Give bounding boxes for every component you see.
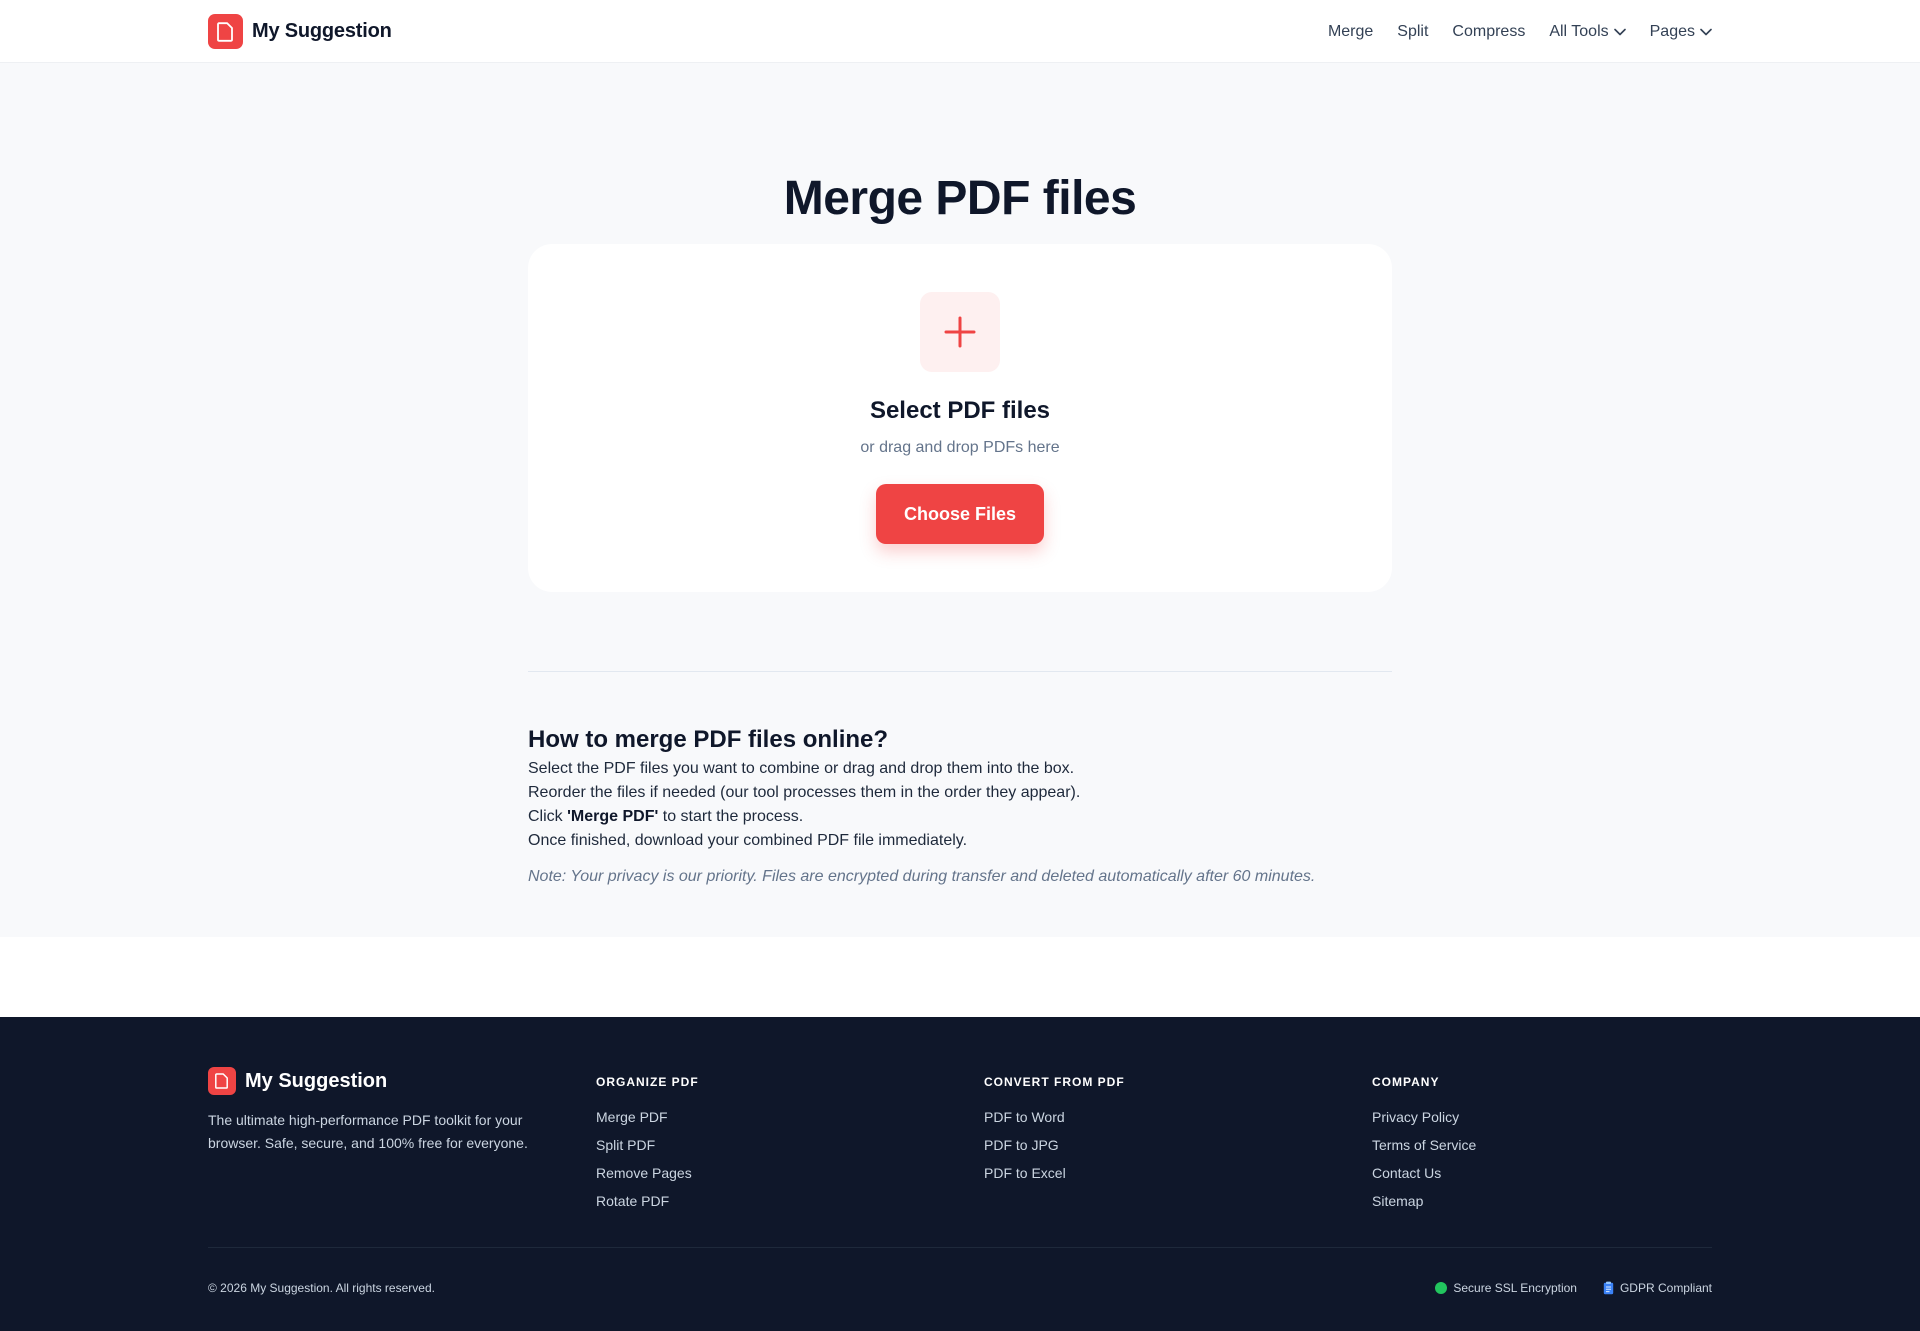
footer-link-pdf-to-jpg[interactable]: PDF to JPG <box>984 1131 1125 1159</box>
main-content: Merge PDF files Combine multiple PDFs in… <box>0 63 1920 937</box>
how-to-step-4: Once finished, download your combined PD… <box>528 832 968 849</box>
pdf-file-icon <box>208 14 243 49</box>
nav-pages-label: Pages <box>1649 22 1695 40</box>
footer-column-title: Organize PDF <box>596 1075 699 1089</box>
footer-brand: My Suggestion The ultimate high-performa… <box>208 1067 548 1155</box>
how-to-step-2: Reorder the files if needed (our tool pr… <box>528 784 1081 801</box>
how-to-step-3-prefix: Click <box>528 808 568 825</box>
page-title: Merge PDF files <box>783 172 1137 225</box>
section-divider <box>528 671 1392 672</box>
how-to-step-3-bold: 'Merge PDF' <box>567 808 659 825</box>
nav-merge[interactable]: Merge <box>1328 23 1373 41</box>
footer-link-split-pdf[interactable]: Split PDF <box>596 1131 699 1159</box>
footer-column-convert: Convert from PDF PDF to Word PDF to JPG … <box>984 1075 1125 1187</box>
site-header: My Suggestion Merge Split Compress All T… <box>0 0 1920 63</box>
footer-divider <box>208 1247 1712 1248</box>
pdf-file-icon <box>208 1067 236 1095</box>
brand-logo-link[interactable]: My Suggestion <box>208 14 392 49</box>
nav-pages-dropdown[interactable]: Pages <box>1650 23 1712 41</box>
footer-link-privacy-policy[interactable]: Privacy Policy <box>1372 1103 1476 1131</box>
main-nav: Merge Split Compress All Tools Pages <box>1328 23 1712 41</box>
brand-name: My Suggestion <box>252 20 392 42</box>
nav-all-tools-dropdown[interactable]: All Tools <box>1549 22 1626 41</box>
privacy-note: Note: Your privacy is our priority. File… <box>528 868 1316 885</box>
gdpr-badge-label: GDPR Compliant <box>1619 1281 1712 1295</box>
upload-dropzone[interactable]: Select PDF files or drag and drop PDFs h… <box>528 244 1392 592</box>
choose-files-button[interactable]: Choose Files <box>876 484 1044 544</box>
footer-column-title: Convert from PDF <box>984 1075 1125 1089</box>
clipboard-icon <box>1603 1281 1614 1295</box>
footer-column-title: Company <box>1372 1075 1440 1089</box>
how-to-step-3-suffix: to start the process. <box>658 808 804 825</box>
gdpr-badge: GDPR Compliant <box>1603 1281 1712 1295</box>
footer-link-merge-pdf[interactable]: Merge PDF <box>596 1103 699 1131</box>
how-to-step-3: Click 'Merge PDF' to start the process. <box>528 805 1392 829</box>
ssl-badge: Secure SSL Encryption <box>1435 1281 1577 1295</box>
upload-title: Select PDF files <box>869 397 1051 424</box>
nav-compress[interactable]: Compress <box>1452 23 1525 41</box>
footer-description: The ultimate high-performance PDF toolki… <box>208 1112 528 1151</box>
nav-all-tools-label: All Tools <box>1549 22 1609 40</box>
footer-brand-name: My Suggestion <box>245 1069 388 1092</box>
footer-spacer <box>0 937 1920 1017</box>
how-to-section: How to merge PDF files online? Select th… <box>528 725 1392 889</box>
trust-badges: Secure SSL Encryption GDPR Compliant <box>1435 1281 1712 1295</box>
ssl-badge-label: Secure SSL Encryption <box>1453 1281 1577 1295</box>
footer-brand-link[interactable]: My Suggestion <box>208 1067 548 1095</box>
green-dot-icon <box>1435 1282 1448 1294</box>
footer-link-terms-of-service[interactable]: Terms of Service <box>1372 1131 1476 1159</box>
footer-link-rotate-pdf[interactable]: Rotate PDF <box>596 1187 699 1215</box>
copyright-text: © 2026 My Suggestion. All rights reserve… <box>208 1281 435 1295</box>
site-footer: My Suggestion The ultimate high-performa… <box>0 1017 1920 1331</box>
footer-link-pdf-to-excel[interactable]: PDF to Excel <box>984 1159 1125 1187</box>
chevron-down-icon <box>1613 28 1626 35</box>
footer-column-company: Company Privacy Policy Terms of Service … <box>1372 1075 1476 1215</box>
plus-icon[interactable] <box>920 292 1000 372</box>
footer-link-remove-pages[interactable]: Remove Pages <box>596 1159 699 1187</box>
nav-split[interactable]: Split <box>1397 23 1428 41</box>
footer-link-contact-us[interactable]: Contact Us <box>1372 1159 1476 1187</box>
chevron-down-icon <box>1700 28 1712 35</box>
how-to-step-1: Select the PDF files you want to combine… <box>528 760 1075 777</box>
upload-subtitle: or drag and drop PDFs here <box>860 439 1060 456</box>
footer-link-sitemap[interactable]: Sitemap <box>1372 1187 1476 1215</box>
footer-bottom-bar: © 2026 My Suggestion. All rights reserve… <box>208 1281 1712 1295</box>
how-to-title: How to merge PDF files online? <box>528 726 889 753</box>
footer-column-organize: Organize PDF Merge PDF Split PDF Remove … <box>596 1075 699 1215</box>
footer-link-pdf-to-word[interactable]: PDF to Word <box>984 1103 1125 1131</box>
